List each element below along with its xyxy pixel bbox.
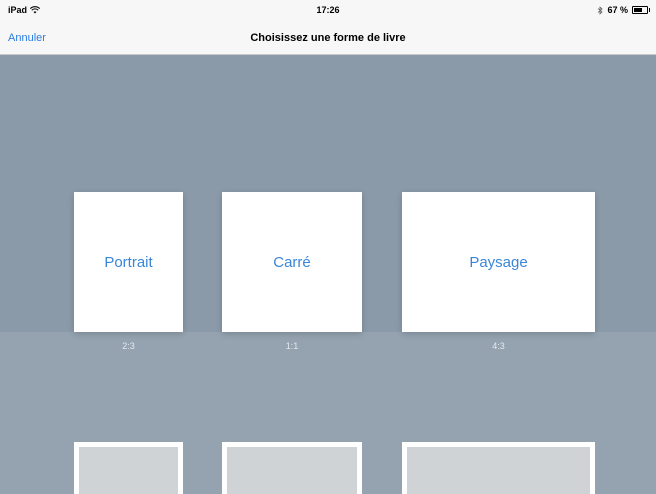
bluetooth-icon — [598, 5, 604, 15]
landscape-label: Paysage — [469, 253, 528, 271]
battery-percent: 67 % — [607, 5, 628, 15]
page-title: Choisissez une forme de livre — [250, 32, 406, 44]
square-label: Carré — [273, 253, 311, 271]
landscape-shape-card[interactable]: Paysage — [402, 192, 595, 332]
portrait-ratio: 2:3 — [122, 341, 135, 351]
battery-icon — [632, 6, 650, 14]
portrait-shape-card[interactable]: Portrait — [74, 192, 183, 332]
landscape-preview-thumbnail[interactable] — [402, 442, 595, 494]
square-preview-thumbnail[interactable] — [222, 442, 362, 494]
status-right: 67 % — [597, 5, 650, 15]
portrait-label: Portrait — [104, 253, 153, 271]
landscape-ratio: 4:3 — [492, 341, 505, 351]
battery-fill — [634, 8, 643, 12]
square-shape-card[interactable]: Carré — [222, 192, 362, 332]
status-time: 17:26 — [316, 5, 340, 15]
thumbnail-placeholder — [227, 447, 357, 494]
status-bar: iPad 17:26 67 % — [0, 0, 656, 20]
thumbnail-placeholder — [79, 447, 178, 494]
portrait-preview-thumbnail[interactable] — [74, 442, 183, 494]
square-ratio: 1:1 — [285, 341, 299, 351]
navigation-bar: Annuler Choisissez une forme de livre — [0, 20, 656, 55]
thumbnail-placeholder — [407, 447, 590, 494]
